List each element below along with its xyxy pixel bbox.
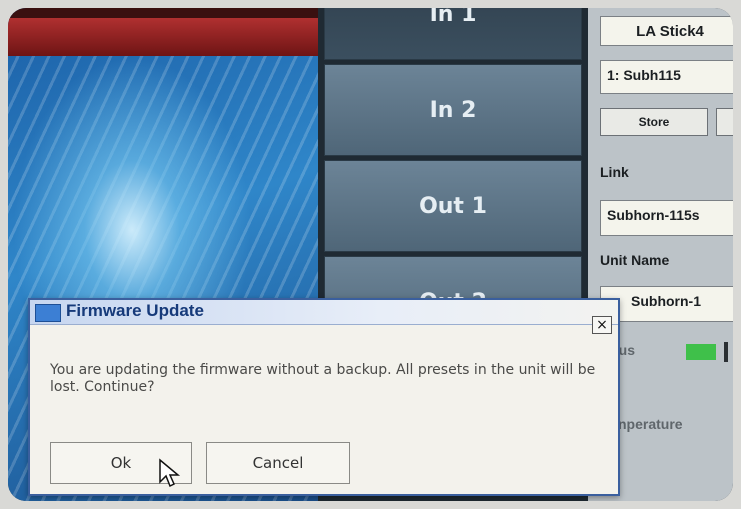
- recall-button[interactable]: [716, 108, 733, 136]
- channel-button-in-2[interactable]: In 2: [324, 64, 582, 156]
- mouse-cursor-icon: [159, 458, 181, 488]
- link-label: Link: [600, 164, 629, 180]
- dialog-message: You are updating the firmware without a …: [50, 362, 596, 395]
- status-indicator: [686, 344, 716, 360]
- window-icon: [35, 304, 61, 322]
- cancel-button-label: Cancel: [252, 454, 304, 472]
- link-field[interactable]: Subhorn-115s: [600, 200, 733, 236]
- firmware-update-dialog: Firmware Update × You are updating the f…: [28, 298, 620, 496]
- channel-button-in-1[interactable]: In 1: [324, 8, 582, 60]
- store-button[interactable]: Store: [600, 108, 708, 136]
- screen-frame: In 1 In 2 Out 1 Out 2 LA Stick4 1: Subh1…: [8, 8, 733, 501]
- channel-label: Out 1: [419, 193, 487, 219]
- temperature-label: nperature: [618, 416, 683, 432]
- cancel-button[interactable]: Cancel: [206, 442, 350, 484]
- ok-button-label: Ok: [110, 454, 132, 472]
- red-title-band: [8, 18, 318, 56]
- dialog-titlebar: Firmware Update: [30, 300, 618, 325]
- dialog-title: Firmware Update: [66, 301, 204, 320]
- preset-select[interactable]: 1: Subh115: [600, 60, 733, 94]
- channel-label: In 2: [429, 97, 477, 123]
- device-header: LA Stick4: [600, 16, 733, 46]
- status-indicator-edge: [724, 342, 728, 362]
- close-button[interactable]: ×: [592, 316, 612, 334]
- channel-button-out-1[interactable]: Out 1: [324, 160, 582, 252]
- channel-label: In 1: [429, 8, 477, 27]
- unit-name-label: Unit Name: [600, 252, 670, 268]
